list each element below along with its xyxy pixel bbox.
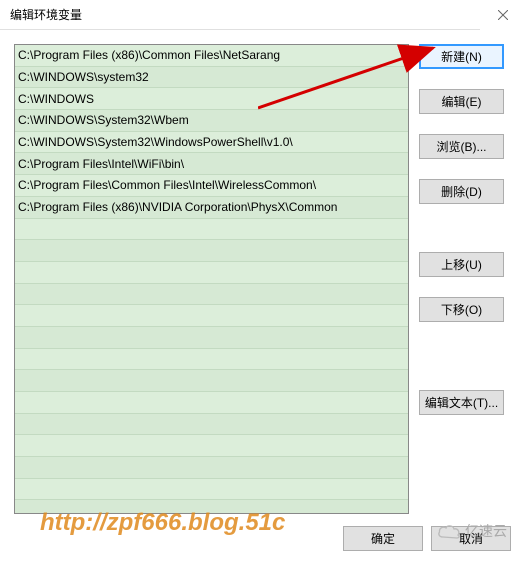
move-up-button[interactable]: 上移(U) [419,252,504,277]
list-blank-row [15,414,408,436]
list-blank-row [15,219,408,241]
list-blank-row [15,349,408,371]
cancel-button[interactable]: 取消 [431,526,511,551]
list-item[interactable]: C:\Program Files (x86)\NVIDIA Corporatio… [15,197,408,219]
delete-button[interactable]: 删除(D) [419,179,504,204]
list-blank-row [15,284,408,306]
client-area: C:\Program Files (x86)\Common Files\NetS… [0,30,525,520]
list-blank-row [15,262,408,284]
new-button[interactable]: 新建(N) [419,44,504,69]
list-item[interactable]: C:\WINDOWS\system32 [15,67,408,89]
move-down-button[interactable]: 下移(O) [419,297,504,322]
list-item[interactable]: C:\Program Files (x86)\Common Files\NetS… [15,45,408,67]
edit-text-button[interactable]: 编辑文本(T)... [419,390,504,415]
list-blank-row [15,435,408,457]
list-blank-row [15,479,408,501]
list-item[interactable]: C:\WINDOWS\System32\WindowsPowerShell\v1… [15,132,408,154]
side-buttons: 新建(N) 编辑(E) 浏览(B)... 删除(D) 上移(U) 下移(O) 编… [419,44,504,514]
list-blank-row [15,457,408,479]
edit-button[interactable]: 编辑(E) [419,89,504,114]
browse-button[interactable]: 浏览(B)... [419,134,504,159]
list-blank-row [15,327,408,349]
list-blank-row [15,305,408,327]
list-item[interactable]: C:\WINDOWS [15,88,408,110]
list-blank-row [15,370,408,392]
close-button[interactable] [480,0,525,30]
close-icon [498,10,508,20]
list-blank-row [15,240,408,262]
list-item[interactable]: C:\Program Files\Intel\WiFi\bin\ [15,153,408,175]
list-blank-row [15,392,408,414]
list-item[interactable]: C:\Program Files\Common Files\Intel\Wire… [15,175,408,197]
list-item[interactable]: C:\WINDOWS\System32\Wbem [15,110,408,132]
path-list[interactable]: C:\Program Files (x86)\Common Files\NetS… [14,44,409,514]
footer-buttons: 确定 取消 [343,526,511,551]
window-title: 编辑环境变量 [10,6,82,23]
ok-button[interactable]: 确定 [343,526,423,551]
titlebar: 编辑环境变量 [0,0,525,30]
